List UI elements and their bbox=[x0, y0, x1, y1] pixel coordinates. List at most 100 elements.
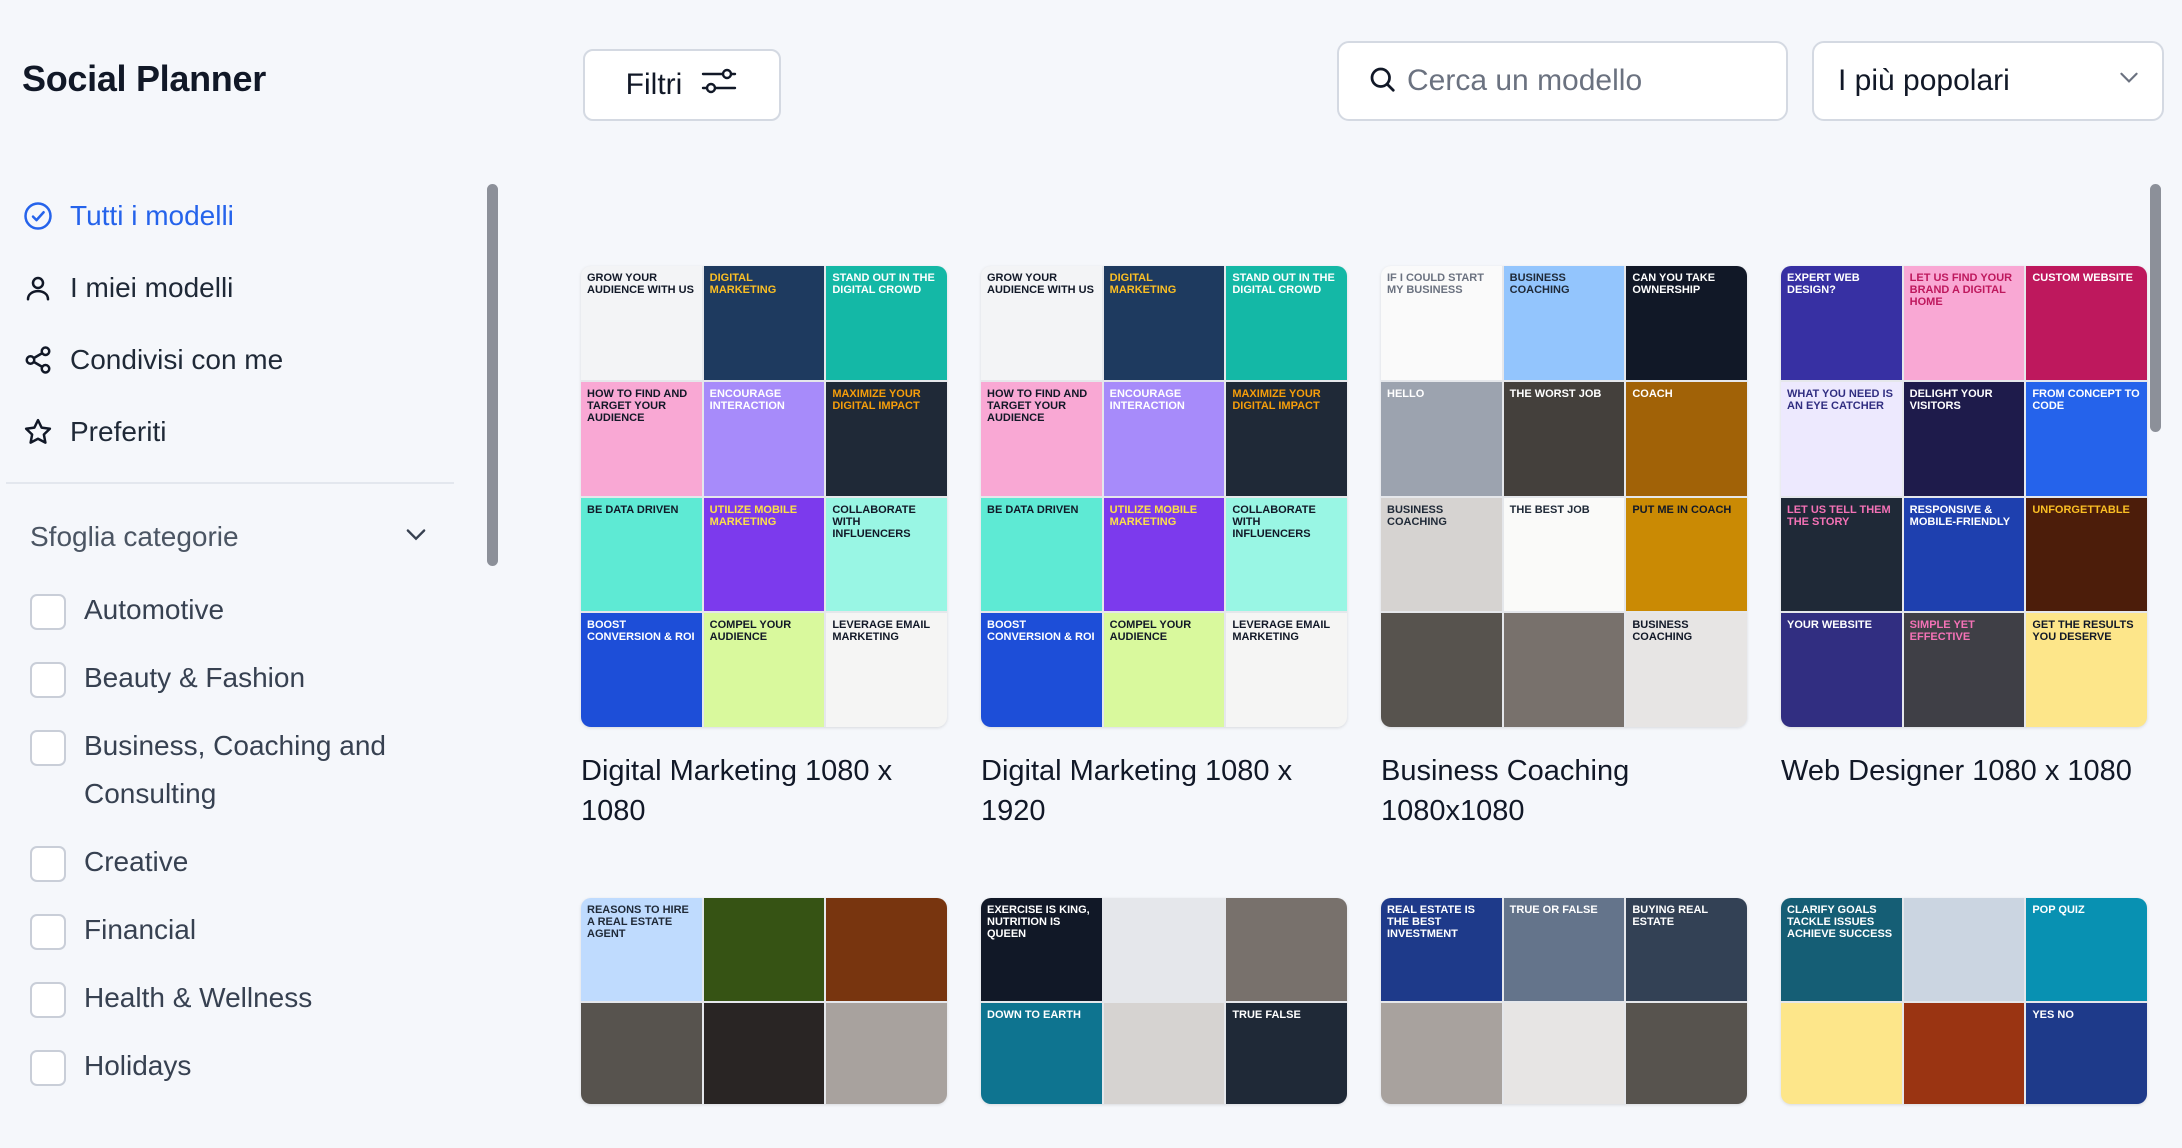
tile-text: Yes No bbox=[2032, 1009, 2074, 1021]
template-thumbnail[interactable]: Expert web design? Let us find your brand… bbox=[1781, 266, 2147, 727]
tile-text: Compel your audience bbox=[1109, 619, 1192, 644]
thumbnail-tile: Boost conversion & ROI bbox=[581, 613, 702, 727]
tile-text: Down to earth bbox=[987, 1009, 1081, 1021]
tile-text: Stand out in the digital crowd bbox=[1232, 272, 1335, 296]
thumbnail-tile: Leverage email marketing bbox=[826, 613, 947, 727]
tile-text: Business coaching bbox=[1387, 503, 1447, 528]
tile-text: Digital Marketing bbox=[1109, 272, 1177, 296]
thumbnail-tile: Coach bbox=[1626, 381, 1747, 496]
sort-value: I più popolari bbox=[1838, 64, 2010, 97]
sidebar-nav: Tutti i modelli I miei modelli Condivisi… bbox=[20, 180, 450, 468]
thumbnail-tile: Real estate is the best investment bbox=[1381, 898, 1502, 1001]
tile-text: Boost conversion & ROI bbox=[587, 619, 695, 644]
template-thumbnail[interactable]: If I could start my business Business coa… bbox=[1381, 266, 1747, 727]
categories-toggle[interactable]: Sfoglia categorie bbox=[30, 512, 430, 562]
thumbnail-tile: Stand out in the digital crowd bbox=[826, 266, 947, 380]
template-card[interactable]: Reasons to hire a real estate agent bbox=[581, 898, 947, 1104]
template-thumbnail[interactable]: Grow Your Audience With us Digital Market… bbox=[581, 266, 947, 727]
template-card[interactable]: Expert web design? Let us find your brand… bbox=[1781, 266, 2147, 791]
thumbnail-tile: Let us find your brand a digital home bbox=[1903, 266, 2025, 380]
search-box[interactable] bbox=[1337, 41, 1788, 121]
thumbnail-tile: Collaborate with influencers bbox=[826, 497, 947, 612]
category-business-coaching[interactable]: Business, Coaching and Consulting bbox=[30, 726, 430, 818]
tile-text: Boost conversion & ROI bbox=[987, 619, 1095, 644]
thumbnail-tile bbox=[1103, 898, 1225, 1001]
nav-item-my-templates[interactable]: I miei modelli bbox=[20, 252, 450, 324]
tile-text: Exercise is king, nutrition is queen bbox=[987, 904, 1090, 940]
template-thumbnail[interactable]: Real estate is the best investment True o… bbox=[1381, 898, 1747, 1104]
thumbnail-tile bbox=[826, 1003, 947, 1104]
nav-item-shared-with-me[interactable]: Condivisi con me bbox=[20, 324, 450, 396]
template-card[interactable]: Grow Your Audience With us Digital Market… bbox=[581, 266, 947, 831]
thumbnail-tile: Digital Marketing bbox=[703, 266, 825, 380]
category-checkbox[interactable] bbox=[30, 846, 66, 882]
thumbnail-tile: Grow Your Audience With us bbox=[981, 266, 1102, 380]
thumbnail-tile: Encourage interaction bbox=[1103, 381, 1225, 496]
template-card[interactable]: Grow Your Audience With us Digital Market… bbox=[981, 266, 1347, 831]
sidebar-scrollbar[interactable] bbox=[487, 184, 498, 566]
thumbnail-tile: If I could start my business bbox=[1381, 266, 1502, 380]
category-checkbox[interactable] bbox=[30, 1050, 66, 1086]
tile-text: If I could start my business bbox=[1387, 272, 1484, 296]
tile-text: What you need is an eye catcher bbox=[1787, 387, 1893, 412]
tile-text: Your website bbox=[1787, 619, 1872, 632]
thumbnail-tile: Digital Marketing bbox=[1103, 266, 1225, 380]
tile-text: True false bbox=[1232, 1009, 1301, 1021]
tile-text: Hello bbox=[1387, 387, 1425, 400]
thumbnail-tile: Business coaching bbox=[1503, 266, 1625, 380]
sort-select[interactable]: I più popolari bbox=[1812, 41, 2164, 121]
thumbnail-tile: Down to earth bbox=[981, 1003, 1102, 1104]
thumbnail-tile: From concept to code bbox=[2026, 381, 2147, 496]
thumbnail-tile bbox=[581, 1003, 702, 1104]
template-title: Digital Marketing 1080 x 1920 bbox=[981, 755, 1293, 827]
tile-text: Grow Your Audience With us bbox=[587, 272, 694, 296]
search-input[interactable] bbox=[1407, 64, 1787, 98]
category-label: Financial bbox=[84, 914, 197, 945]
tile-text: Encourage interaction bbox=[1109, 387, 1185, 412]
nav-item-favorites[interactable]: Preferiti bbox=[20, 396, 450, 468]
category-creative[interactable]: Creative bbox=[30, 842, 430, 886]
tile-text: Expert web design? bbox=[1787, 272, 1860, 296]
tile-text: How to find and target your audience bbox=[987, 387, 1088, 424]
template-thumbnail[interactable]: Grow Your Audience With us Digital Market… bbox=[981, 266, 1347, 727]
share-icon bbox=[20, 342, 56, 378]
category-checkbox[interactable] bbox=[30, 662, 66, 698]
category-checkbox[interactable] bbox=[30, 982, 66, 1018]
thumbnail-tile bbox=[1626, 1003, 1747, 1104]
template-thumbnail[interactable]: Clarify goals tackle issues achieve succ… bbox=[1781, 898, 2147, 1104]
thumbnail-tile: Be data driven bbox=[581, 497, 702, 612]
template-thumbnail[interactable]: Reasons to hire a real estate agent bbox=[581, 898, 947, 1104]
thumbnail-tile: Get the results you deserve bbox=[2026, 613, 2147, 727]
category-checkbox[interactable] bbox=[30, 914, 66, 950]
template-thumbnail[interactable]: Exercise is king, nutrition is queen Down… bbox=[981, 898, 1347, 1104]
thumbnail-tile: Maximize your digital impact bbox=[826, 381, 947, 496]
thumbnail-tile: Custom website bbox=[2026, 266, 2147, 380]
thumbnail-tile bbox=[703, 898, 825, 1001]
thumbnail-tile: Delight your visitors bbox=[1903, 381, 2025, 496]
category-automotive[interactable]: Automotive bbox=[30, 590, 430, 634]
categories-header: Sfoglia categorie bbox=[30, 521, 239, 552]
tile-text: Delight your visitors bbox=[1909, 387, 1993, 412]
category-checkbox[interactable] bbox=[30, 594, 66, 630]
category-financial[interactable]: Financial bbox=[30, 910, 430, 954]
tile-text: Encourage interaction bbox=[709, 387, 785, 412]
template-card[interactable]: If I could start my business Business coa… bbox=[1381, 266, 1747, 831]
category-checkbox[interactable] bbox=[30, 730, 66, 766]
thumbnail-tile: Exercise is king, nutrition is queen bbox=[981, 898, 1102, 1001]
category-beauty-fashion[interactable]: Beauty & Fashion bbox=[30, 658, 430, 702]
template-card[interactable]: Clarify goals tackle issues achieve succ… bbox=[1781, 898, 2147, 1104]
thumbnail-tile: Reasons to hire a real estate agent bbox=[581, 898, 702, 1001]
thumbnail-tile: Boost conversion & ROI bbox=[981, 613, 1102, 727]
category-holidays[interactable]: Holidays bbox=[30, 1046, 430, 1090]
template-card[interactable]: Exercise is king, nutrition is queen Down… bbox=[981, 898, 1347, 1104]
nav-item-all-templates[interactable]: Tutti i modelli bbox=[20, 180, 450, 252]
main-scrollbar[interactable] bbox=[2150, 184, 2161, 432]
thumbnail-tile bbox=[1381, 613, 1502, 727]
category-health-wellness[interactable]: Health & Wellness bbox=[30, 978, 430, 1022]
tile-text: Utilize mobile marketing bbox=[1109, 503, 1198, 528]
filter-button[interactable]: Filtri bbox=[583, 49, 781, 121]
tile-text: Real estate is the best investment bbox=[1387, 904, 1476, 940]
thumbnail-tile bbox=[1903, 1003, 2025, 1104]
thumbnail-tile: Leverage email marketing bbox=[1226, 613, 1347, 727]
template-card[interactable]: Real estate is the best investment True o… bbox=[1381, 898, 1747, 1104]
